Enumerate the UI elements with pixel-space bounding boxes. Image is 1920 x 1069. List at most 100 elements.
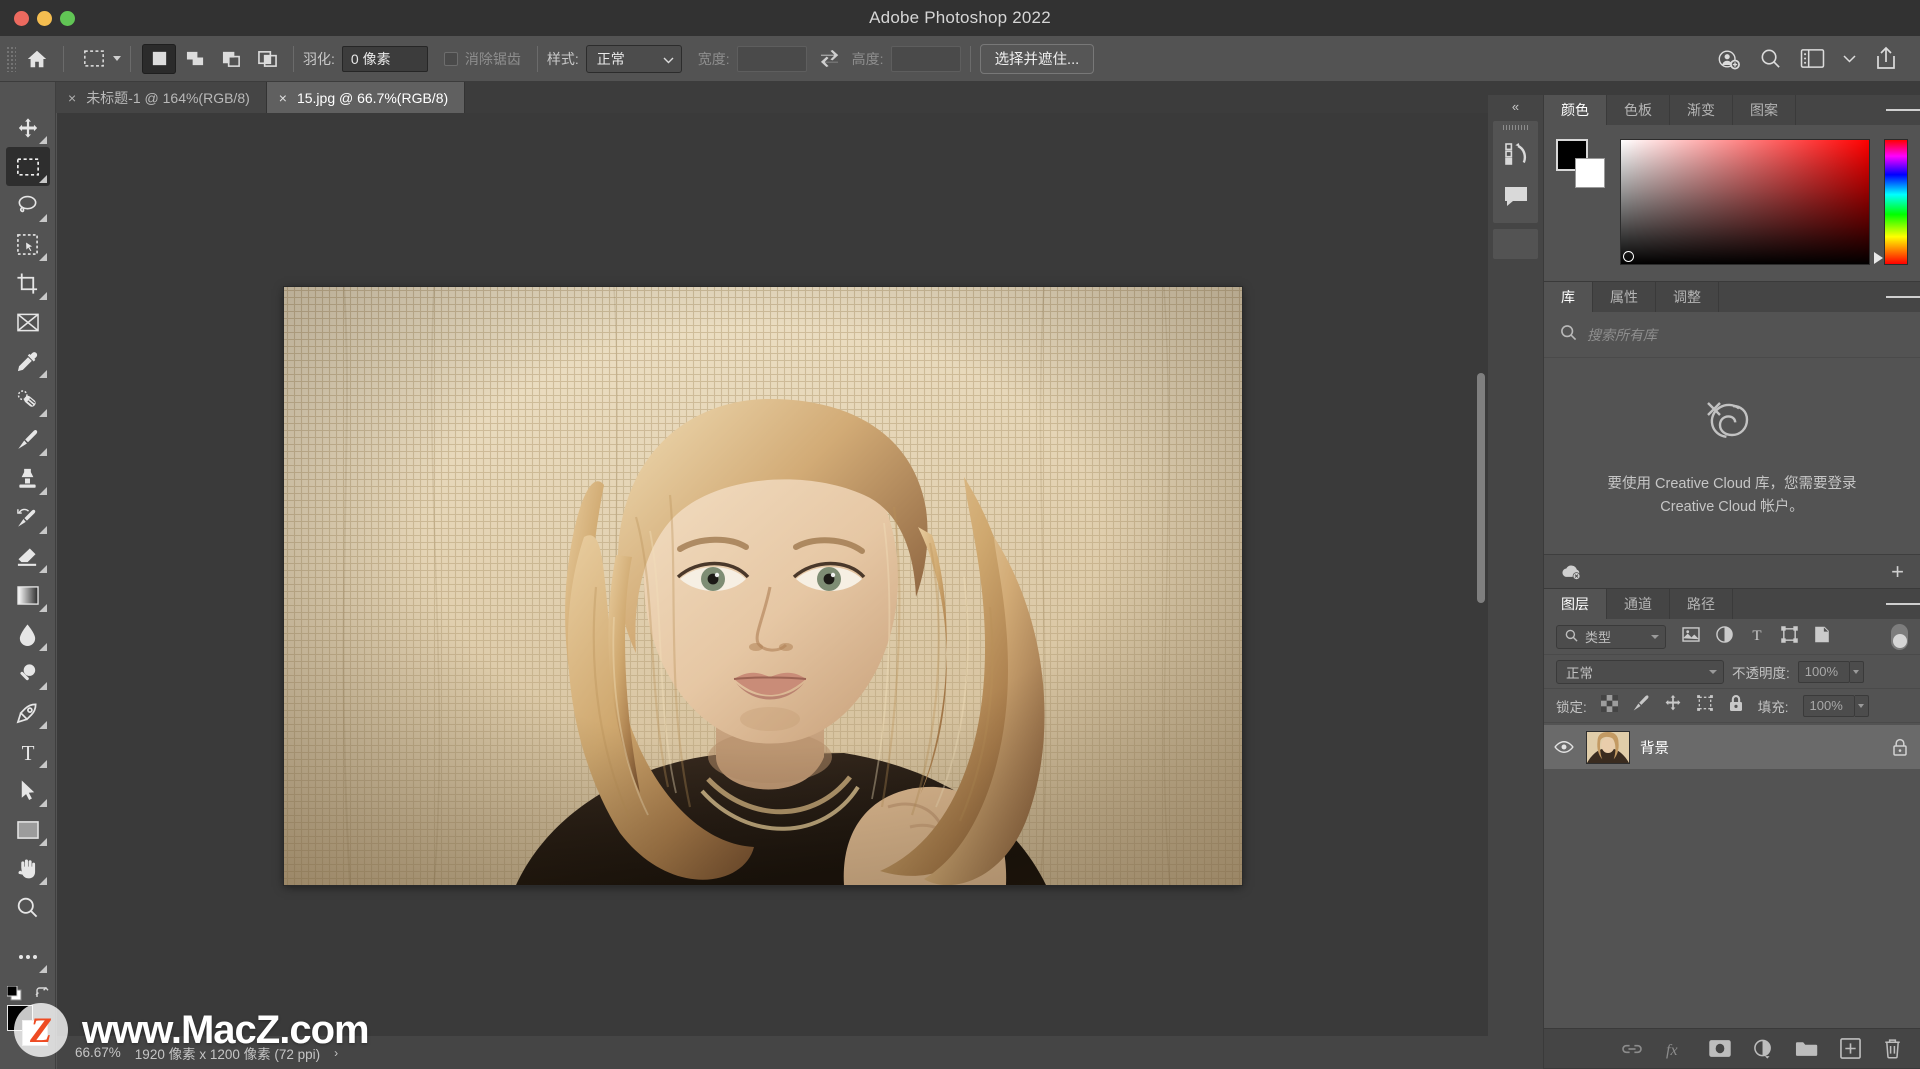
edit-toolbar-button[interactable] bbox=[6, 937, 50, 976]
canvas-vertical-scrollbar[interactable] bbox=[1477, 373, 1485, 603]
crop-tool[interactable] bbox=[6, 264, 50, 303]
blur-tool[interactable] bbox=[6, 615, 50, 654]
close-icon[interactable]: × bbox=[279, 91, 287, 105]
new-selection-button[interactable] bbox=[142, 44, 176, 74]
eraser-tool[interactable] bbox=[6, 537, 50, 576]
tab-gradients[interactable]: 渐变 bbox=[1670, 95, 1733, 125]
color-field[interactable] bbox=[1620, 139, 1870, 265]
shape-layer-filter-icon[interactable] bbox=[1781, 626, 1798, 648]
tab-swatches[interactable]: 色板 bbox=[1607, 95, 1670, 125]
swap-arrows-icon[interactable] bbox=[819, 49, 840, 68]
zoom-level[interactable]: 66.67% bbox=[75, 1045, 121, 1060]
pixel-layer-filter-icon[interactable] bbox=[1682, 627, 1700, 647]
blend-mode-select[interactable]: 正常 bbox=[1556, 660, 1724, 684]
delete-layer-icon[interactable] bbox=[1883, 1038, 1902, 1059]
search-icon[interactable] bbox=[1759, 47, 1782, 70]
width-input[interactable] bbox=[737, 46, 807, 72]
tab-adjustments[interactable]: 调整 bbox=[1656, 282, 1719, 312]
tab-paths[interactable]: 路径 bbox=[1670, 589, 1733, 619]
object-selection-tool[interactable] bbox=[6, 225, 50, 264]
tab-libraries[interactable]: 库 bbox=[1544, 282, 1593, 312]
status-expand-icon[interactable]: › bbox=[334, 1046, 338, 1060]
hue-slider[interactable] bbox=[1884, 139, 1908, 265]
document-artboard[interactable] bbox=[284, 287, 1242, 885]
panel-menu-icon[interactable] bbox=[1886, 282, 1920, 312]
zoom-tool[interactable] bbox=[6, 888, 50, 927]
frame-tool[interactable] bbox=[6, 303, 50, 342]
panel-menu-icon[interactable] bbox=[1886, 95, 1920, 125]
lock-transparent-pixels-icon[interactable] bbox=[1601, 695, 1618, 717]
tab-layers[interactable]: 图层 bbox=[1544, 589, 1607, 619]
add-to-selection-button[interactable] bbox=[178, 44, 212, 74]
tab-patterns[interactable]: 图案 bbox=[1733, 95, 1796, 125]
lock-artboard-nesting-icon[interactable] bbox=[1696, 694, 1714, 717]
libraries-search-row[interactable]: 搜索所有库 bbox=[1544, 312, 1920, 358]
opacity-input[interactable]: 100% bbox=[1798, 661, 1850, 683]
lock-icon[interactable] bbox=[1892, 738, 1908, 757]
antialias-checkbox[interactable] bbox=[444, 52, 458, 66]
dodge-tool[interactable] bbox=[6, 654, 50, 693]
color-field-marker[interactable] bbox=[1623, 251, 1634, 262]
home-icon[interactable] bbox=[20, 44, 54, 74]
path-selection-tool[interactable] bbox=[6, 771, 50, 810]
chevron-down-icon[interactable] bbox=[1843, 55, 1856, 63]
link-layers-icon[interactable] bbox=[1621, 1042, 1643, 1056]
swap-colors-icon[interactable] bbox=[35, 986, 49, 1002]
tab-channels[interactable]: 通道 bbox=[1607, 589, 1670, 619]
comment-icon[interactable] bbox=[1493, 175, 1538, 217]
layer-row[interactable]: 背景 bbox=[1544, 725, 1920, 769]
new-group-icon[interactable] bbox=[1795, 1040, 1818, 1058]
new-layer-icon[interactable] bbox=[1840, 1038, 1861, 1059]
new-adjustment-layer-icon[interactable] bbox=[1753, 1039, 1773, 1059]
panels-collapse-toggle[interactable]: « bbox=[1488, 95, 1543, 117]
close-icon[interactable]: × bbox=[68, 91, 76, 105]
history-brush-tool[interactable] bbox=[6, 498, 50, 537]
history-icon[interactable] bbox=[1493, 133, 1538, 175]
pen-tool[interactable] bbox=[6, 693, 50, 732]
lock-image-pixels-icon[interactable] bbox=[1632, 694, 1650, 717]
fill-input[interactable]: 100% bbox=[1803, 695, 1855, 717]
intersect-selection-button[interactable] bbox=[250, 44, 284, 74]
background-color-swatch[interactable] bbox=[22, 1020, 48, 1046]
rectangle-tool[interactable] bbox=[6, 810, 50, 849]
tool-preset-picker[interactable] bbox=[79, 45, 121, 73]
workspace-icon[interactable] bbox=[1800, 48, 1825, 69]
add-layer-mask-icon[interactable] bbox=[1709, 1040, 1731, 1057]
opacity-stepper-icon[interactable] bbox=[1850, 661, 1864, 683]
type-tool[interactable]: T bbox=[6, 732, 50, 771]
cloud-offline-icon[interactable] bbox=[1560, 563, 1582, 580]
export-icon[interactable] bbox=[1874, 46, 1898, 71]
eyedropper-tool[interactable] bbox=[6, 342, 50, 381]
default-colors-icon[interactable] bbox=[7, 986, 22, 1001]
rectangular-marquee-tool[interactable] bbox=[6, 147, 50, 186]
hue-slider-marker[interactable] bbox=[1874, 252, 1883, 264]
type-layer-filter-icon[interactable]: T bbox=[1749, 626, 1765, 647]
layer-filter-type-select[interactable]: 类型 bbox=[1556, 625, 1666, 649]
height-input[interactable] bbox=[891, 46, 961, 72]
options-bar-grip[interactable] bbox=[6, 46, 16, 72]
subtract-from-selection-button[interactable] bbox=[214, 44, 248, 74]
style-select[interactable]: 正常 bbox=[586, 45, 682, 73]
add-library-item-icon[interactable]: + bbox=[1891, 561, 1904, 583]
share-user-icon[interactable] bbox=[1717, 47, 1741, 71]
lock-position-icon[interactable] bbox=[1664, 694, 1682, 717]
libraries-search-input[interactable]: 搜索所有库 bbox=[1587, 325, 1657, 345]
smart-object-filter-icon[interactable] bbox=[1814, 626, 1830, 648]
document-tab-untitled[interactable]: × 未标题-1 @ 164%(RGB/8) bbox=[56, 82, 267, 113]
tab-color[interactable]: 颜色 bbox=[1544, 95, 1607, 125]
brush-tool[interactable] bbox=[6, 420, 50, 459]
select-and-mask-button[interactable]: 选择并遮住... bbox=[980, 44, 1095, 74]
panel-menu-icon[interactable] bbox=[1886, 589, 1920, 619]
dock-grip[interactable] bbox=[1493, 121, 1538, 133]
canvas-area[interactable] bbox=[57, 113, 1488, 1036]
fill-stepper-icon[interactable] bbox=[1855, 695, 1869, 717]
feather-input[interactable]: 0 像素 bbox=[342, 46, 428, 72]
lock-all-icon[interactable] bbox=[1728, 694, 1744, 717]
move-tool[interactable] bbox=[6, 108, 50, 147]
eye-icon[interactable] bbox=[1552, 740, 1576, 754]
hand-tool[interactable] bbox=[6, 849, 50, 888]
gradient-tool[interactable] bbox=[6, 576, 50, 615]
background-color-swatch[interactable] bbox=[1575, 158, 1605, 188]
lasso-tool[interactable] bbox=[6, 186, 50, 225]
tab-properties[interactable]: 属性 bbox=[1593, 282, 1656, 312]
